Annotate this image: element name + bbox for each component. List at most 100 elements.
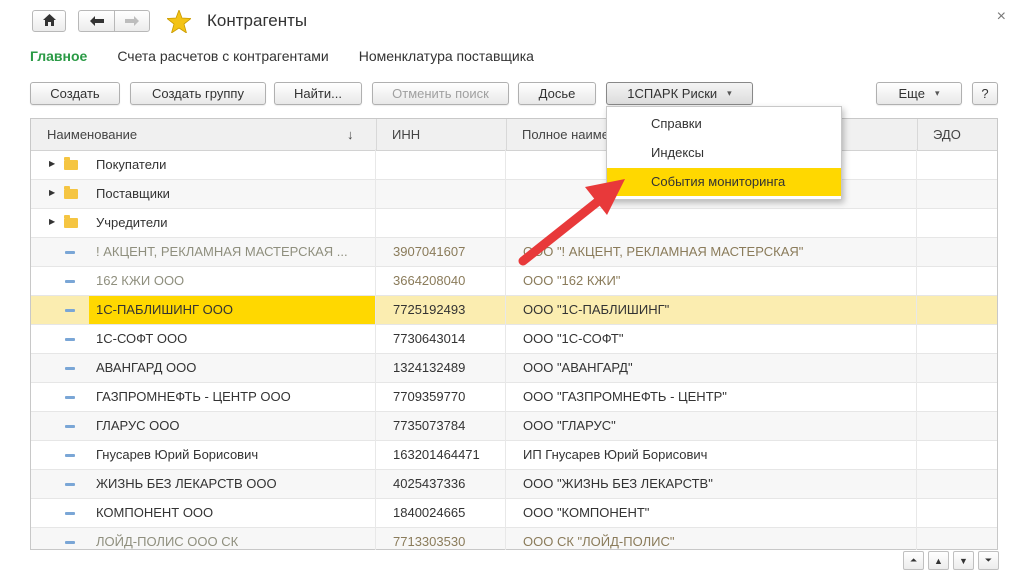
help-button[interactable]: ? xyxy=(972,82,998,105)
table-row[interactable]: ЛОЙД-ПОЛИС ООО СК 7713303530 ООО СК "ЛОЙ… xyxy=(31,528,997,549)
column-header-name[interactable]: Наименование xyxy=(31,119,376,150)
row-name: ГЛАРУС ООО xyxy=(96,418,180,433)
row-full-name: ООО "1С-ПАБЛИШИНГ" xyxy=(523,302,670,317)
arrow-left-icon xyxy=(89,14,104,29)
row-name: Поставщики xyxy=(96,186,170,201)
row-name: ЖИЗНЬ БЕЗ ЛЕКАРСТВ ООО xyxy=(96,476,277,491)
chevron-down-icon: ▾ xyxy=(934,88,940,98)
row-inn: 7713303530 xyxy=(393,534,466,549)
item-icon xyxy=(65,454,75,457)
table-row[interactable]: ЖИЗНЬ БЕЗ ЛЕКАРСТВ ООО 4025437336 ООО "Ж… xyxy=(31,470,997,499)
chevron-down-icon: ▾ xyxy=(727,88,732,98)
item-icon xyxy=(65,541,75,544)
table-row[interactable]: Гнусарев Юрий Борисович 163201464471 ИП … xyxy=(31,441,997,470)
forward-button[interactable] xyxy=(114,10,150,32)
table-row[interactable]: АВАНГАРД ООО 1324132489 ООО "АВАНГАРД" xyxy=(31,354,997,383)
create-button[interactable]: Создать xyxy=(30,82,120,105)
home-icon xyxy=(42,13,56,29)
row-inn: 3664208040 xyxy=(393,273,466,288)
folder-icon xyxy=(64,186,78,199)
find-button[interactable]: Найти... xyxy=(274,82,362,105)
spark-risks-dropdown[interactable]: 1СПАРК Риски ▾ xyxy=(606,82,753,105)
home-button[interactable] xyxy=(32,10,66,32)
item-icon xyxy=(65,280,75,283)
row-name: Гнусарев Юрий Борисович xyxy=(96,447,259,462)
scroll-top-button[interactable]: ⏶ xyxy=(903,551,924,570)
table-row[interactable]: ! АКЦЕНТ, РЕКЛАМНАЯ МАСТЕРСКАЯ ... 39070… xyxy=(31,238,997,267)
expand-icon[interactable]: ▶ xyxy=(49,217,55,226)
folder-icon xyxy=(64,157,78,170)
table-row[interactable]: ▶ Учредители xyxy=(31,209,997,238)
item-icon xyxy=(65,483,75,486)
scroll-down-button[interactable]: ▼ xyxy=(953,551,974,570)
table-row[interactable]: 162 КЖИ ООО 3664208040 ООО "162 КЖИ" xyxy=(31,267,997,296)
expand-icon[interactable]: ▶ xyxy=(49,188,55,197)
row-name: КОМПОНЕНТ ООО xyxy=(96,505,214,520)
table-row[interactable]: 1С-СОФТ ООО 7730643014 ООО "1С-СОФТ" xyxy=(31,325,997,354)
row-inn: 4025437336 xyxy=(393,476,466,491)
table-row[interactable]: КОМПОНЕНТ ООО 1840024665 ООО "КОМПОНЕНТ" xyxy=(31,499,997,528)
expand-icon[interactable]: ▶ xyxy=(49,159,55,168)
row-full-name: ООО "ГАЗПРОМНЕФТЬ - ЦЕНТР" xyxy=(523,389,727,404)
cancel-search-button[interactable]: Отменить поиск xyxy=(372,82,509,105)
tab-bar: Главное Счета расчетов с контрагентами Н… xyxy=(30,48,534,64)
row-name: ЛОЙД-ПОЛИС ООО СК xyxy=(96,534,239,549)
row-full-name: ООО "1С-СОФТ" xyxy=(523,331,624,346)
row-name: Учредители xyxy=(96,215,168,230)
folder-icon xyxy=(64,215,78,228)
row-name: 1С-СОФТ ООО xyxy=(96,331,188,346)
spark-risks-menu: Справки Индексы События мониторинга xyxy=(606,106,842,200)
item-icon xyxy=(65,251,75,254)
item-icon xyxy=(65,512,75,515)
table-row[interactable]: ГЛАРУС ООО 7735073784 ООО "ГЛАРУС" xyxy=(31,412,997,441)
more-label: Еще xyxy=(898,86,925,101)
row-full-name: ООО "ГЛАРУС" xyxy=(523,418,616,433)
spark-risks-label: 1СПАРК Риски xyxy=(627,86,718,101)
table-row-selected[interactable]: 1С-ПАБЛИШИНГ ООО 7725192493 ООО "1С-ПАБЛ… xyxy=(31,296,997,325)
row-inn: 1324132489 xyxy=(393,360,466,375)
row-full-name: ООО СК "ЛОЙД-ПОЛИС" xyxy=(523,534,675,549)
tab-nomenclature[interactable]: Номенклатура поставщика xyxy=(359,48,534,64)
row-inn: 1840024665 xyxy=(393,505,466,520)
item-icon xyxy=(65,396,75,399)
row-inn: 163201464471 xyxy=(393,447,480,462)
row-inn: 7730643014 xyxy=(393,331,466,346)
row-full-name: ООО "АВАНГАРД" xyxy=(523,360,633,375)
row-full-name: ИП Гнусарев Юрий Борисович xyxy=(523,447,708,462)
table-row[interactable]: ▶ Поставщики xyxy=(31,180,997,209)
item-icon xyxy=(65,338,75,341)
column-header-inn[interactable]: ИНН xyxy=(376,119,506,150)
row-inn: 7709359770 xyxy=(393,389,466,404)
column-header-edo[interactable]: ЭДО xyxy=(917,119,997,150)
table-row[interactable]: ▶ Покупатели xyxy=(31,151,997,180)
sort-down-icon[interactable]: ↓ xyxy=(347,127,354,142)
scroll-up-button[interactable]: ▲ xyxy=(928,551,949,570)
row-inn: 7735073784 xyxy=(393,418,466,433)
tab-main[interactable]: Главное xyxy=(30,48,87,64)
row-inn: 3907041607 xyxy=(393,244,466,259)
table-row[interactable]: ГАЗПРОМНЕФТЬ - ЦЕНТР ООО 7709359770 ООО … xyxy=(31,383,997,412)
close-icon[interactable]: × xyxy=(997,8,1006,26)
create-group-button[interactable]: Создать группу xyxy=(130,82,266,105)
row-name: ГАЗПРОМНЕФТЬ - ЦЕНТР ООО xyxy=(96,389,291,404)
menu-item-monitoring-events[interactable]: События мониторинга xyxy=(607,168,841,196)
more-dropdown[interactable]: Еще ▾ xyxy=(876,82,962,105)
star-icon[interactable] xyxy=(165,8,193,36)
row-name: 1С-ПАБЛИШИНГ ООО xyxy=(96,302,234,317)
row-name: ! АКЦЕНТ, РЕКЛАМНАЯ МАСТЕРСКАЯ ... xyxy=(96,244,348,259)
menu-item-references[interactable]: Справки xyxy=(607,110,841,138)
row-name: АВАНГАРД ООО xyxy=(96,360,197,375)
annotation-arrow xyxy=(515,175,630,273)
item-icon xyxy=(65,309,75,312)
page-title: Контрагенты xyxy=(207,11,308,30)
row-inn: 7725192493 xyxy=(393,302,466,317)
dossier-button[interactable]: Досье xyxy=(518,82,596,105)
counterparties-table: Наименование ↓ ИНН Полное наименование Э… xyxy=(30,118,998,550)
back-button[interactable] xyxy=(78,10,114,32)
menu-item-indexes[interactable]: Индексы xyxy=(607,139,841,167)
item-icon xyxy=(65,425,75,428)
tab-accounts[interactable]: Счета расчетов с контрагентами xyxy=(117,48,328,64)
scroll-bottom-button[interactable]: ⏷ xyxy=(978,551,999,570)
row-full-name: ООО "КОМПОНЕНТ" xyxy=(523,505,650,520)
table-header: Наименование ↓ ИНН Полное наименование Э… xyxy=(31,119,997,151)
